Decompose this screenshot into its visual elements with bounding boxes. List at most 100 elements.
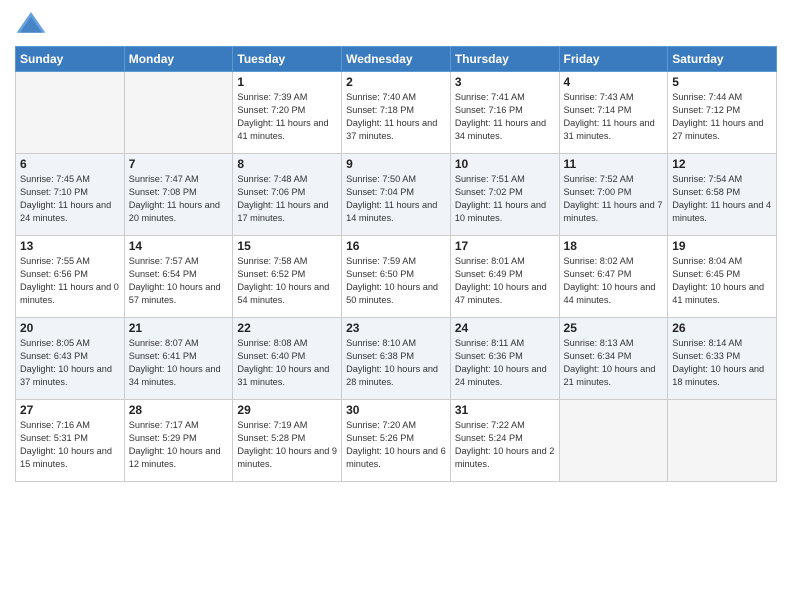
day-info: Sunrise: 8:02 AMSunset: 6:47 PMDaylight:… xyxy=(564,255,664,307)
day-number: 26 xyxy=(672,321,772,335)
day-info: Sunrise: 7:39 AMSunset: 7:20 PMDaylight:… xyxy=(237,91,337,143)
day-number: 14 xyxy=(129,239,229,253)
day-number: 4 xyxy=(564,75,664,89)
calendar-header-row: SundayMondayTuesdayWednesdayThursdayFrid… xyxy=(16,47,777,72)
calendar-table: SundayMondayTuesdayWednesdayThursdayFrid… xyxy=(15,46,777,482)
calendar-day-cell: 6 Sunrise: 7:45 AMSunset: 7:10 PMDaylight… xyxy=(16,154,125,236)
logo-icon xyxy=(15,10,47,38)
day-info: Sunrise: 7:19 AMSunset: 5:28 PMDaylight:… xyxy=(237,419,337,471)
calendar-day-header: Sunday xyxy=(16,47,125,72)
calendar-day-cell: 7 Sunrise: 7:47 AMSunset: 7:08 PMDaylight… xyxy=(124,154,233,236)
calendar-day-cell: 21Sunrise: 8:07 AMSunset: 6:41 PMDayligh… xyxy=(124,318,233,400)
day-number: 31 xyxy=(455,403,555,417)
calendar-day-cell: 10 Sunrise: 7:51 AMSunset: 7:02 PMDayligh… xyxy=(450,154,559,236)
header xyxy=(15,10,777,38)
calendar-day-cell: 9 Sunrise: 7:50 AMSunset: 7:04 PMDaylight… xyxy=(342,154,451,236)
calendar-day-header: Saturday xyxy=(668,47,777,72)
day-number: 7 xyxy=(129,157,229,171)
calendar-day-cell: 29 Sunrise: 7:19 AMSunset: 5:28 PMDayligh… xyxy=(233,400,342,482)
calendar-day-cell: 20 Sunrise: 8:05 AMSunset: 6:43 PMDayligh… xyxy=(16,318,125,400)
day-number: 29 xyxy=(237,403,337,417)
day-number: 23 xyxy=(346,321,446,335)
day-info: Sunrise: 8:07 AMSunset: 6:41 PMDaylight:… xyxy=(129,337,229,389)
calendar-day-cell: 27 Sunrise: 7:16 AMSunset: 5:31 PMDayligh… xyxy=(16,400,125,482)
day-number: 18 xyxy=(564,239,664,253)
day-number: 19 xyxy=(672,239,772,253)
calendar-week-row: 13 Sunrise: 7:55 AMSunset: 6:56 PMDayligh… xyxy=(16,236,777,318)
day-info: Sunrise: 7:55 AMSunset: 6:56 PMDaylight:… xyxy=(20,255,120,307)
calendar-day-header: Thursday xyxy=(450,47,559,72)
day-info: Sunrise: 8:01 AMSunset: 6:49 PMDaylight:… xyxy=(455,255,555,307)
calendar-day-cell: 17Sunrise: 8:01 AMSunset: 6:49 PMDayligh… xyxy=(450,236,559,318)
calendar-day-cell: 28 Sunrise: 7:17 AMSunset: 5:29 PMDayligh… xyxy=(124,400,233,482)
calendar-day-cell: 13 Sunrise: 7:55 AMSunset: 6:56 PMDayligh… xyxy=(16,236,125,318)
day-info: Sunrise: 7:43 AMSunset: 7:14 PMDaylight:… xyxy=(564,91,664,143)
calendar-day-cell: 18 Sunrise: 8:02 AMSunset: 6:47 PMDayligh… xyxy=(559,236,668,318)
page: SundayMondayTuesdayWednesdayThursdayFrid… xyxy=(0,0,792,612)
calendar-day-cell xyxy=(124,72,233,154)
day-number: 1 xyxy=(237,75,337,89)
day-info: Sunrise: 7:48 AMSunset: 7:06 PMDaylight:… xyxy=(237,173,337,225)
calendar-day-cell xyxy=(668,400,777,482)
calendar-day-cell: 5Sunrise: 7:44 AMSunset: 7:12 PMDaylight… xyxy=(668,72,777,154)
calendar-day-cell: 26Sunrise: 8:14 AMSunset: 6:33 PMDayligh… xyxy=(668,318,777,400)
day-number: 28 xyxy=(129,403,229,417)
calendar-day-cell: 16 Sunrise: 7:59 AMSunset: 6:50 PMDayligh… xyxy=(342,236,451,318)
day-number: 20 xyxy=(20,321,120,335)
calendar-day-header: Wednesday xyxy=(342,47,451,72)
day-info: Sunrise: 7:16 AMSunset: 5:31 PMDaylight:… xyxy=(20,419,120,471)
calendar-day-cell xyxy=(16,72,125,154)
day-info: Sunrise: 7:58 AMSunset: 6:52 PMDaylight:… xyxy=(237,255,337,307)
day-number: 12 xyxy=(672,157,772,171)
day-info: Sunrise: 7:20 AMSunset: 5:26 PMDaylight:… xyxy=(346,419,446,471)
calendar-day-cell: 25 Sunrise: 8:13 AMSunset: 6:34 PMDayligh… xyxy=(559,318,668,400)
day-info: Sunrise: 7:45 AMSunset: 7:10 PMDaylight:… xyxy=(20,173,120,225)
calendar-day-cell: 31 Sunrise: 7:22 AMSunset: 5:24 PMDayligh… xyxy=(450,400,559,482)
calendar-day-cell: 3Sunrise: 7:41 AMSunset: 7:16 PMDaylight… xyxy=(450,72,559,154)
calendar-day-header: Friday xyxy=(559,47,668,72)
day-info: Sunrise: 7:41 AMSunset: 7:16 PMDaylight:… xyxy=(455,91,555,143)
day-number: 10 xyxy=(455,157,555,171)
calendar-day-cell: 24 Sunrise: 8:11 AMSunset: 6:36 PMDayligh… xyxy=(450,318,559,400)
day-number: 30 xyxy=(346,403,446,417)
day-info: Sunrise: 8:13 AMSunset: 6:34 PMDaylight:… xyxy=(564,337,664,389)
day-number: 15 xyxy=(237,239,337,253)
day-info: Sunrise: 8:08 AMSunset: 6:40 PMDaylight:… xyxy=(237,337,337,389)
calendar-day-cell: 4 Sunrise: 7:43 AMSunset: 7:14 PMDaylight… xyxy=(559,72,668,154)
day-number: 9 xyxy=(346,157,446,171)
day-number: 16 xyxy=(346,239,446,253)
day-info: Sunrise: 8:04 AMSunset: 6:45 PMDaylight:… xyxy=(672,255,772,307)
calendar-day-cell: 8 Sunrise: 7:48 AMSunset: 7:06 PMDaylight… xyxy=(233,154,342,236)
day-number: 24 xyxy=(455,321,555,335)
day-number: 13 xyxy=(20,239,120,253)
calendar-day-cell: 30 Sunrise: 7:20 AMSunset: 5:26 PMDayligh… xyxy=(342,400,451,482)
calendar-day-cell: 2 Sunrise: 7:40 AMSunset: 7:18 PMDaylight… xyxy=(342,72,451,154)
calendar-week-row: 20 Sunrise: 8:05 AMSunset: 6:43 PMDayligh… xyxy=(16,318,777,400)
day-info: Sunrise: 7:51 AMSunset: 7:02 PMDaylight:… xyxy=(455,173,555,225)
day-info: Sunrise: 8:05 AMSunset: 6:43 PMDaylight:… xyxy=(20,337,120,389)
day-info: Sunrise: 7:40 AMSunset: 7:18 PMDaylight:… xyxy=(346,91,446,143)
calendar-day-header: Tuesday xyxy=(233,47,342,72)
day-info: Sunrise: 7:22 AMSunset: 5:24 PMDaylight:… xyxy=(455,419,555,471)
calendar-day-cell: 11Sunrise: 7:52 AMSunset: 7:00 PMDayligh… xyxy=(559,154,668,236)
day-number: 22 xyxy=(237,321,337,335)
calendar-day-cell: 12Sunrise: 7:54 AMSunset: 6:58 PMDayligh… xyxy=(668,154,777,236)
day-number: 6 xyxy=(20,157,120,171)
calendar-day-cell: 22 Sunrise: 8:08 AMSunset: 6:40 PMDayligh… xyxy=(233,318,342,400)
day-info: Sunrise: 7:47 AMSunset: 7:08 PMDaylight:… xyxy=(129,173,229,225)
day-number: 25 xyxy=(564,321,664,335)
calendar-day-cell xyxy=(559,400,668,482)
day-info: Sunrise: 7:59 AMSunset: 6:50 PMDaylight:… xyxy=(346,255,446,307)
calendar-week-row: 27 Sunrise: 7:16 AMSunset: 5:31 PMDayligh… xyxy=(16,400,777,482)
day-info: Sunrise: 7:17 AMSunset: 5:29 PMDaylight:… xyxy=(129,419,229,471)
day-number: 8 xyxy=(237,157,337,171)
calendar-day-cell: 19 Sunrise: 8:04 AMSunset: 6:45 PMDayligh… xyxy=(668,236,777,318)
day-number: 2 xyxy=(346,75,446,89)
day-info: Sunrise: 7:50 AMSunset: 7:04 PMDaylight:… xyxy=(346,173,446,225)
day-info: Sunrise: 7:44 AMSunset: 7:12 PMDaylight:… xyxy=(672,91,772,143)
day-info: Sunrise: 7:52 AMSunset: 7:00 PMDaylight:… xyxy=(564,173,664,225)
day-info: Sunrise: 8:10 AMSunset: 6:38 PMDaylight:… xyxy=(346,337,446,389)
day-info: Sunrise: 8:11 AMSunset: 6:36 PMDaylight:… xyxy=(455,337,555,389)
calendar-day-cell: 23 Sunrise: 8:10 AMSunset: 6:38 PMDayligh… xyxy=(342,318,451,400)
day-number: 27 xyxy=(20,403,120,417)
